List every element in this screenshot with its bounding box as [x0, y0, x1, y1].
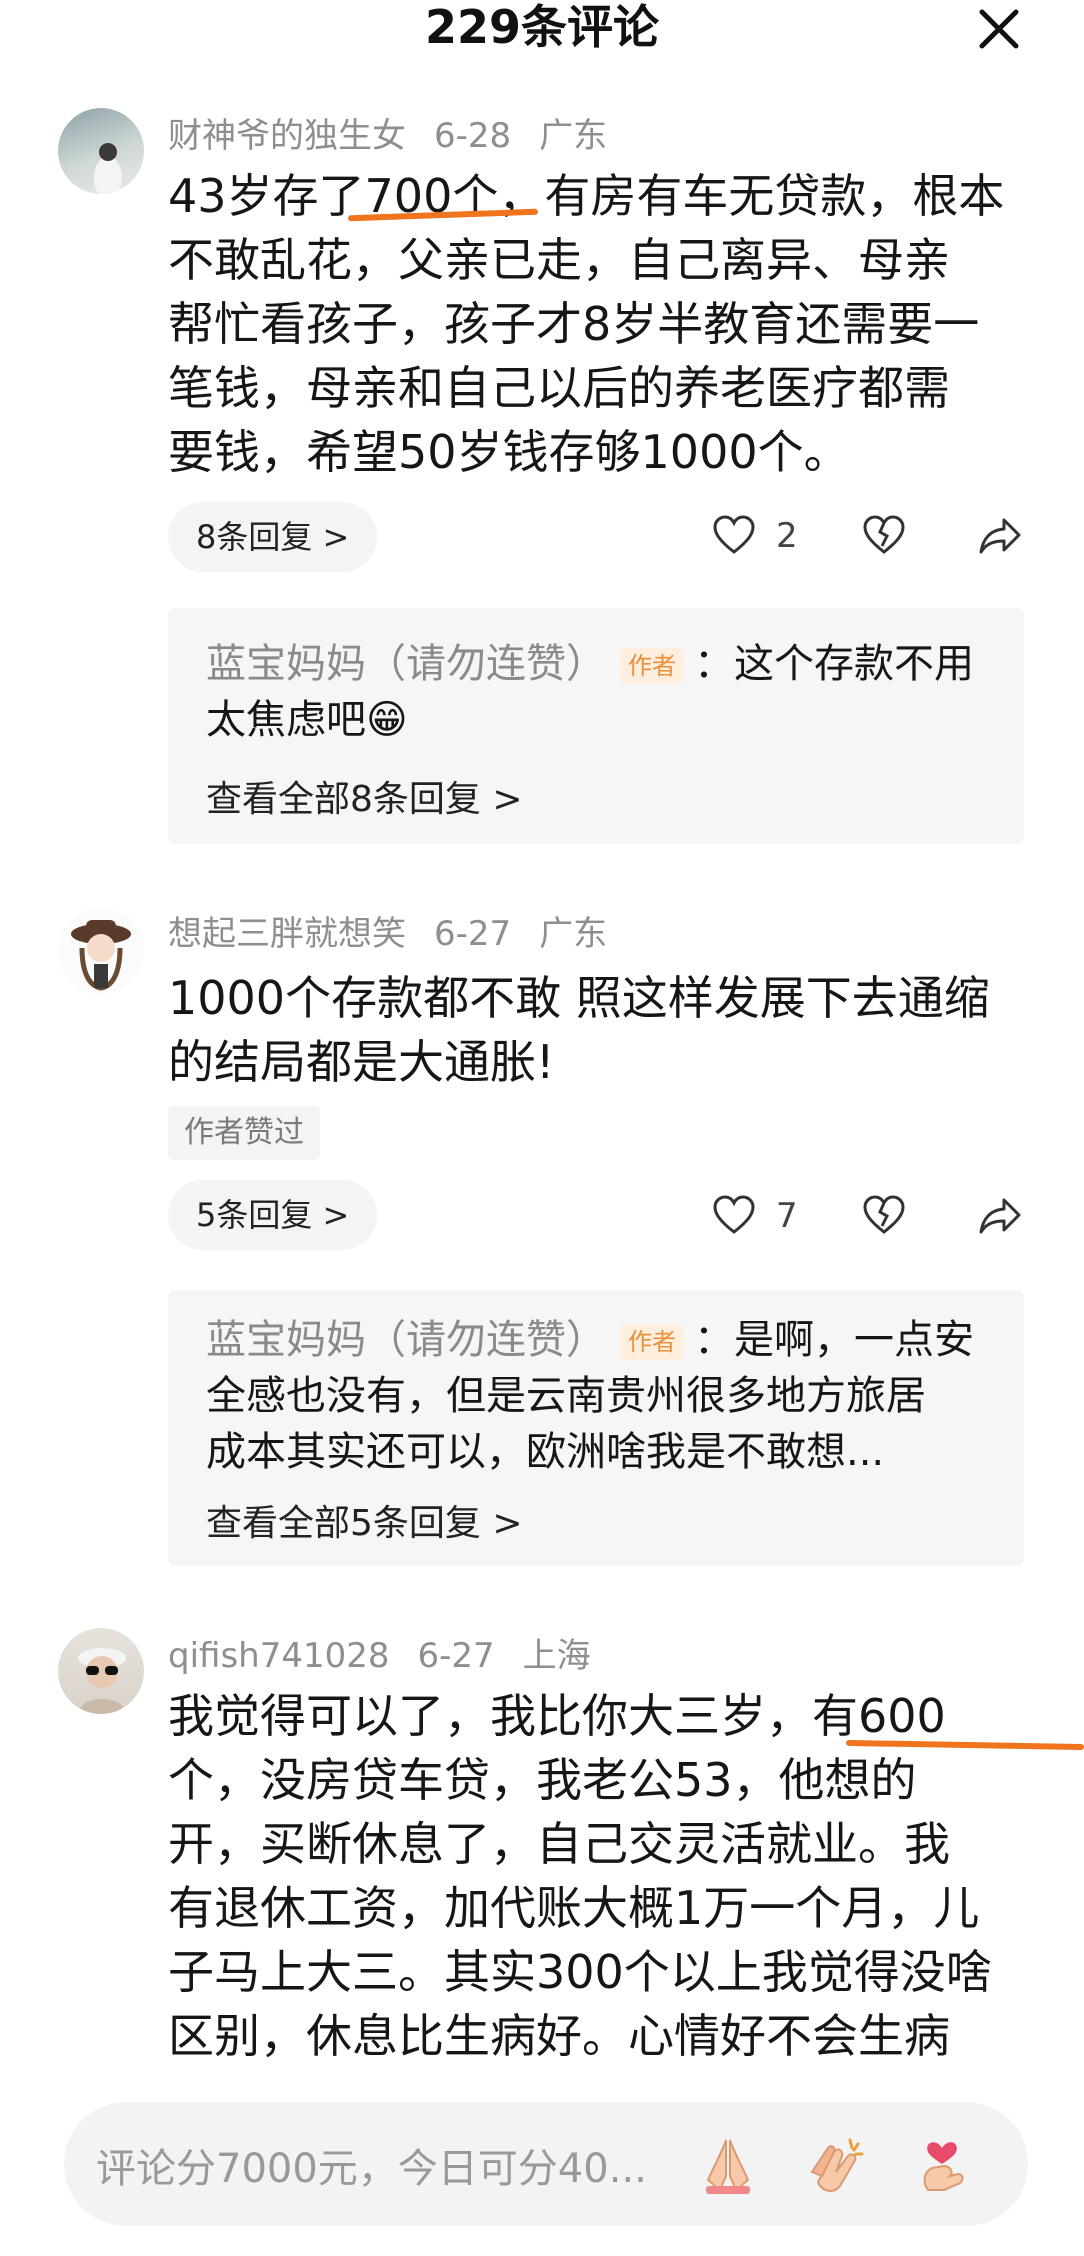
comment-text: 1000个存款都不敢 照这样发展下去通缩 的结局都是大通胀!	[168, 966, 1038, 1094]
share-icon[interactable]	[978, 516, 1022, 556]
reply-text: ：是啊，一点安	[694, 1317, 974, 1363]
username[interactable]: qifish741028	[168, 1636, 390, 1676]
comment-line: 开，买断休息了，自己交灵活就业。我	[168, 1817, 950, 1871]
reply-text: 太焦虑吧😁	[206, 697, 408, 743]
comment-line: 笔钱，母亲和自己以后的养老医疗都需	[168, 361, 950, 415]
like-count: 2	[776, 516, 798, 556]
comment-location: 广东	[539, 914, 608, 954]
clapping-hands-icon[interactable]	[804, 2132, 868, 2196]
replies-button[interactable]: 8条回复 >	[168, 502, 378, 572]
reply-text: 成本其实还可以，欧洲啥我是不敢想...	[206, 1429, 885, 1475]
comment-date: 6-27	[417, 1636, 495, 1676]
reply-author[interactable]: 蓝宝妈妈（请勿连赞）	[206, 1317, 606, 1363]
comment-line: 个，没房贷车贷，我老公53，他想的	[168, 1753, 917, 1807]
broken-heart-icon[interactable]	[862, 514, 906, 556]
avatar[interactable]	[58, 108, 144, 194]
comment-location: 广东	[539, 116, 608, 156]
comment-line: 1000个存款都不敢 照这样发展下去通缩	[168, 971, 990, 1025]
author-tag: 作者	[620, 1324, 684, 1360]
username[interactable]: 财神爷的独生女	[168, 116, 406, 156]
comment-input-bar[interactable]: 评论分7000元，今日可分40...	[64, 2102, 1028, 2226]
heart-icon[interactable]	[712, 1194, 756, 1236]
reply-preview[interactable]: 蓝宝妈妈（请勿连赞） 作者 ：是啊，一点安 全感也没有，但是云南贵州很多地方旅居 成…	[168, 1290, 1024, 1566]
comment-line: 的结局都是大通胀!	[168, 1035, 555, 1089]
comment-meta: 财神爷的独生女 6-28 广东	[168, 108, 635, 157]
username[interactable]: 想起三胖就想笑	[168, 914, 406, 954]
comment-line: 帮忙看孩子，孩子才8岁半教育还需要一	[168, 297, 980, 351]
comment-meta: qifish741028 6-27 上海	[168, 1628, 619, 1677]
view-all-replies-link[interactable]: 查看全部8条回复 >	[206, 770, 523, 822]
comment-input[interactable]: 评论分7000元，今日可分40...	[96, 2136, 647, 2194]
reply-line: 蓝宝妈妈（请勿连赞） 作者 ：这个存款不用	[206, 636, 974, 692]
reply-text: ：这个存款不用	[694, 641, 974, 687]
author-tag: 作者	[620, 648, 684, 684]
comment-meta: 想起三胖就想笑 6-27 广东	[168, 906, 635, 955]
comment-line: 子马上大三。其实300个以上我觉得没啥	[168, 1945, 992, 1999]
reply-author[interactable]: 蓝宝妈妈（请勿连赞）	[206, 641, 606, 687]
praying-hands-icon[interactable]	[696, 2132, 760, 2196]
comment-line: 我觉得可以了，我比你大三岁，有600	[168, 1689, 946, 1743]
comment-date: 6-27	[434, 914, 512, 954]
comment-line: 不敢乱花，父亲已走，自己离异、母亲	[168, 233, 950, 287]
comment-location: 上海	[522, 1636, 591, 1676]
page-title: 229条评论	[424, 0, 660, 54]
avatar[interactable]	[58, 1628, 144, 1714]
comment-line: 区别，休息比生病好。心情好不会生病	[168, 2009, 950, 2063]
comment-line: 有退休工资，加代账大概1万一个月，儿	[168, 1881, 980, 1935]
finger-heart-icon[interactable]	[910, 2132, 974, 2196]
reply-text: 全感也没有，但是云南贵州很多地方旅居	[206, 1373, 926, 1419]
author-liked-badge: 作者赞过	[168, 1106, 320, 1160]
reply-preview[interactable]: 蓝宝妈妈（请勿连赞） 作者 ：这个存款不用 太焦虑吧😁 查看全部8条回复 >	[168, 608, 1024, 844]
close-icon[interactable]	[974, 4, 1024, 54]
share-icon[interactable]	[978, 1196, 1022, 1236]
view-all-replies-link[interactable]: 查看全部5条回复 >	[206, 1494, 523, 1546]
like-count: 7	[776, 1196, 798, 1236]
reply-line: 蓝宝妈妈（请勿连赞） 作者 ：是啊，一点安	[206, 1312, 974, 1368]
comment-date: 6-28	[434, 116, 512, 156]
broken-heart-icon[interactable]	[862, 1194, 906, 1236]
comment-text: 43岁存了700个，有房有车无贷款，根本 不敢乱花，父亲已走，自己离异、母亲 帮…	[168, 164, 1038, 484]
heart-icon[interactable]	[712, 514, 756, 556]
replies-button[interactable]: 5条回复 >	[168, 1180, 378, 1250]
comment-line: 要钱，希望50岁钱存够1000个。	[168, 425, 850, 479]
avatar[interactable]	[58, 908, 144, 994]
comment-line: 43岁存了700个，有房有车无贷款，根本	[168, 169, 1005, 223]
